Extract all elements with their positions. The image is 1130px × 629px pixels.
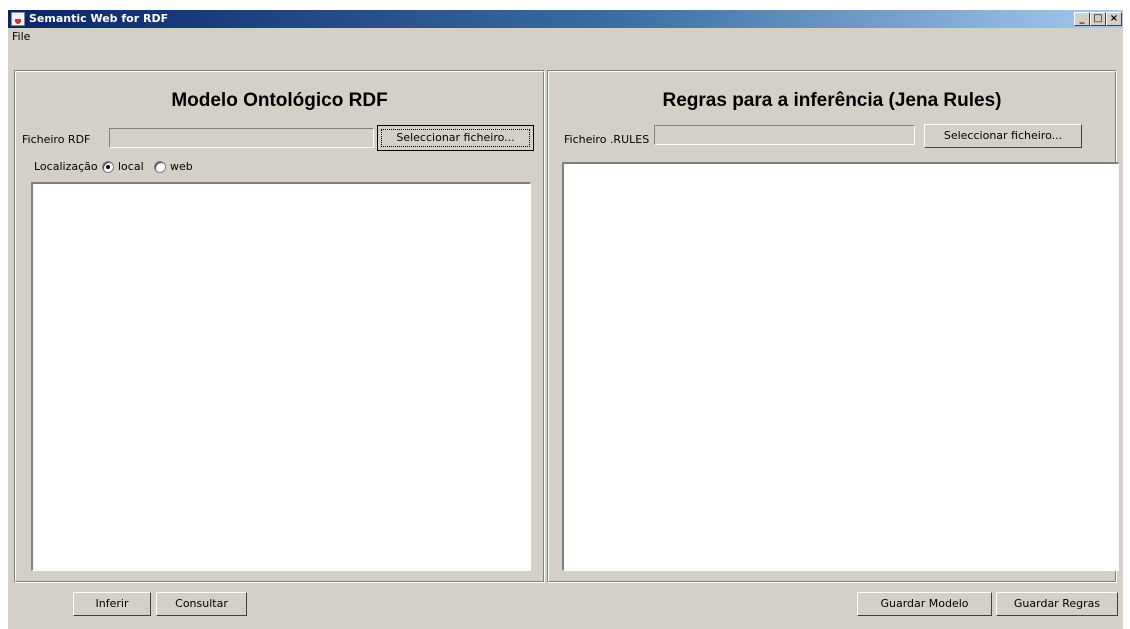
rules-file-label: Ficheiro .RULES	[564, 133, 650, 146]
rdf-model-panel-border: Modelo Ontológico RDF Ficheiro RDF Selec…	[15, 71, 544, 582]
close-icon: ×	[1109, 13, 1119, 24]
minimize-icon: _	[1079, 13, 1085, 24]
window-title: Semantic Web for RDF	[29, 12, 169, 25]
maximize-icon: □	[1093, 13, 1103, 24]
rules-panel: Regras para a inferência (Jena Rules) Fi…	[547, 70, 1119, 583]
save-model-button[interactable]: Guardar Modelo	[857, 592, 992, 616]
radio-local[interactable]	[102, 161, 114, 173]
query-button[interactable]: Consultar	[156, 592, 247, 616]
save-model-label: Guardar Modelo	[880, 597, 969, 610]
rules-panel-title: Regras para a inferência (Jena Rules)	[662, 90, 1002, 111]
radio-local-label[interactable]: local	[118, 160, 144, 173]
rdf-model-textarea[interactable]	[31, 182, 531, 571]
rules-select-file-button[interactable]: Seleccionar ficheiro...	[924, 124, 1082, 148]
rdf-model-panel: Modelo Ontológico RDF Ficheiro RDF Selec…	[14, 70, 545, 583]
menu-file[interactable]: File	[12, 30, 30, 43]
rules-panel-border: Regras para a inferência (Jena Rules) Fi…	[548, 71, 1119, 582]
location-label: Localização	[34, 160, 98, 173]
radio-web[interactable]	[154, 161, 166, 173]
rules-file-field[interactable]	[654, 125, 915, 145]
rdf-file-label: Ficheiro RDF	[22, 133, 91, 146]
rules-textarea[interactable]	[562, 162, 1119, 571]
query-label: Consultar	[175, 597, 228, 610]
main-window: Semantic Web for RDF _ □ × File Modelo O…	[8, 10, 1123, 629]
radio-web-label[interactable]: web	[170, 160, 193, 173]
title-bar[interactable]: Semantic Web for RDF _ □ ×	[8, 10, 1123, 28]
save-rules-button[interactable]: Guardar Regras	[996, 592, 1118, 616]
maximize-button[interactable]: □	[1090, 12, 1106, 26]
save-rules-label: Guardar Regras	[1013, 597, 1101, 610]
minimize-button[interactable]: _	[1074, 12, 1090, 26]
rdf-select-file-button[interactable]: Seleccionar ficheiro...	[377, 125, 534, 151]
rules-select-file-label: Seleccionar ficheiro...	[943, 129, 1063, 142]
infer-button[interactable]: Inferir	[73, 592, 151, 616]
close-button[interactable]: ×	[1106, 12, 1122, 26]
rdf-file-field[interactable]	[109, 128, 374, 148]
menu-bar: File	[8, 28, 1123, 46]
infer-label: Inferir	[95, 597, 129, 610]
rdf-select-file-label: Seleccionar ficheiro...	[396, 131, 515, 144]
rdf-panel-title: Modelo Ontológico RDF	[171, 90, 388, 111]
java-cup-icon	[11, 12, 25, 26]
